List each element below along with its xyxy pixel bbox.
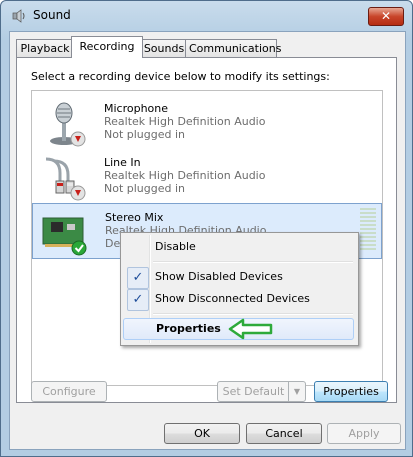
menu-item-show-disconnected-devices[interactable]: ✓ Show Disconnected Devices [123, 288, 354, 311]
menu-item-label: Show Disabled Devices [155, 270, 283, 283]
properties-button[interactable]: Properties [314, 381, 388, 402]
device-item-microphone[interactable]: Microphone Realtek High Definition Audio… [32, 95, 382, 149]
device-status: Not plugged in [104, 182, 186, 195]
tab-sounds[interactable]: Sounds [139, 39, 189, 57]
menu-separator [153, 261, 353, 263]
green-arrow-icon [228, 318, 273, 340]
cancel-button[interactable]: Cancel [246, 423, 322, 444]
ok-button[interactable]: OK [164, 423, 240, 444]
set-default-label: Set Default [222, 385, 285, 398]
tab-recording[interactable]: Recording [71, 36, 143, 58]
tab-playback[interactable]: Playback [16, 39, 74, 57]
checkmark-icon: ✓ [127, 267, 149, 289]
level-meter [360, 208, 376, 254]
set-default-button[interactable]: Set Default ▼ [217, 381, 306, 402]
sound-dialog: Sound ✕ Playback Recording Sounds Commun… [0, 0, 413, 457]
tab-communications[interactable]: Communications [185, 39, 281, 57]
checkmark-icon: ✓ [127, 289, 149, 311]
device-name: Line In [104, 156, 141, 169]
sound-card-icon [42, 217, 87, 256]
chevron-down-icon[interactable]: ▼ [288, 382, 305, 401]
configure-button[interactable]: Configure [31, 381, 107, 402]
menu-item-label: Disable [155, 240, 196, 253]
window-title: Sound [33, 8, 71, 22]
instruction-text: Select a recording device below to modif… [31, 70, 330, 83]
device-driver: Realtek High Definition Audio [104, 169, 266, 182]
microphone-icon [50, 102, 86, 147]
apply-button[interactable]: Apply [327, 423, 401, 444]
device-status: Not plugged in [104, 128, 186, 141]
menu-item-show-disabled-devices[interactable]: ✓ Show Disabled Devices [123, 266, 354, 289]
menu-item-label: Show Disconnected Devices [155, 292, 310, 305]
title-bar[interactable]: Sound ✕ [1, 1, 412, 31]
menu-item-label: Properties [156, 322, 221, 335]
line-in-cable-icon [45, 157, 86, 201]
close-button[interactable]: ✕ [368, 7, 404, 26]
menu-separator [153, 313, 353, 315]
device-driver: Realtek High Definition Audio [104, 115, 266, 128]
recording-panel: Select a recording device below to modif… [16, 57, 397, 403]
device-name: Stereo Mix [105, 211, 164, 224]
speaker-icon [12, 9, 25, 23]
menu-item-disable[interactable]: Disable [123, 236, 354, 258]
device-name: Microphone [104, 102, 169, 115]
device-item-line-in[interactable]: Line In Realtek High Definition Audio No… [32, 149, 382, 203]
